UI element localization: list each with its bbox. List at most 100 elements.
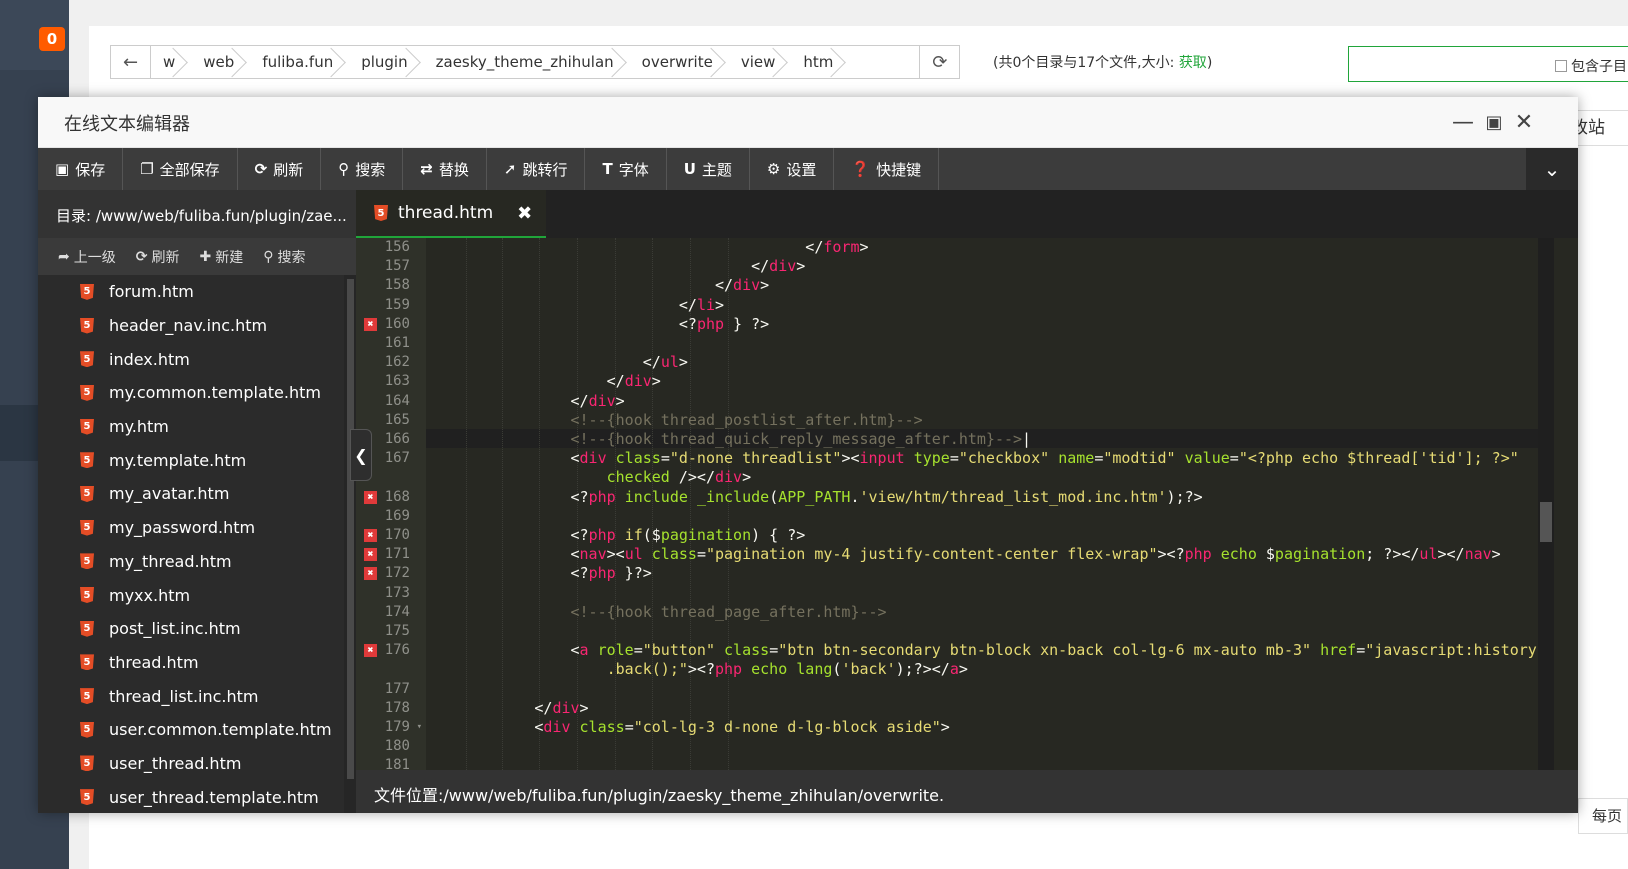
close-tab-icon[interactable]: ✖ — [517, 203, 532, 224]
list-item[interactable]: 5 my_thread.htm — [38, 545, 344, 579]
line-number-text: 179 — [384, 719, 410, 735]
code-line: <?php include _include(APP_PATH.'view/ht… — [426, 487, 1203, 506]
shortcuts-button[interactable]: ❓ 快捷键 — [834, 148, 940, 190]
save-all-button[interactable]: ❐ 全部保存 — [123, 148, 238, 190]
pushpin-icon: ➚ — [503, 160, 517, 178]
new-file-button[interactable]: ✚ 新建 — [199, 247, 243, 267]
list-item[interactable]: 5 forum.htm — [38, 275, 344, 309]
replace-button[interactable]: ⇄ 替换 — [403, 148, 487, 190]
line-number: ✖ 171 — [356, 545, 426, 564]
up-level-button[interactable]: ➦ 上一级 — [58, 247, 116, 267]
tab-thread-htm[interactable]: 5 thread.htm ✖ — [356, 190, 546, 238]
error-marker-icon[interactable]: ✖ — [364, 490, 377, 504]
refresh-button[interactable]: ⟳ 刷新 — [238, 148, 322, 190]
status-label: 文件位置: — [374, 786, 444, 805]
breadcrumb-item[interactable]: fuliba.fun — [250, 46, 349, 78]
list-item[interactable]: 5 thread_list.inc.htm — [38, 679, 344, 713]
floppy-icon: ▣ — [55, 160, 70, 178]
list-item[interactable]: 5 user_thread.template.htm — [38, 780, 344, 813]
close-icon[interactable]: ✕ — [1509, 107, 1539, 137]
tree-search-button[interactable]: ⚲ 搜索 — [263, 247, 305, 267]
editor-toolbar: ▣ 保存 ❐ 全部保存 ⟳ 刷新 ⚲ 搜索 ⇄ 替换 ➚ 跳转行 T 字体 U 主题 ⚙ 设置 ❓… — [38, 148, 1578, 190]
line-number-text: 167 — [384, 450, 410, 467]
list-item[interactable]: 5 myxx.htm — [38, 578, 344, 612]
line-number-text: 164 — [384, 392, 410, 409]
html5-icon: 5 — [80, 654, 94, 671]
scrollbar-thumb[interactable] — [1540, 502, 1552, 542]
search-label: 搜索 — [355, 160, 386, 179]
code-line: <?php if($pagination) { ?> — [426, 526, 806, 544]
error-marker-icon[interactable]: ✖ — [364, 317, 377, 331]
error-marker-icon[interactable]: ✖ — [364, 548, 377, 562]
file-name: myxx.htm — [109, 585, 191, 605]
list-item[interactable]: 5 thread.htm — [38, 646, 344, 680]
html5-icon: 5 — [80, 317, 94, 334]
line-number-text: 156 — [384, 239, 410, 255]
font-label: 字体 — [618, 160, 649, 179]
code-line: </div> — [426, 372, 661, 391]
list-item[interactable]: 5 user_thread.htm — [38, 747, 344, 781]
maximize-icon[interactable]: ▣ — [1479, 107, 1509, 137]
list-item[interactable]: 5 index.htm — [38, 342, 344, 376]
file-name: my_avatar.htm — [109, 484, 230, 504]
breadcrumb-item[interactable]: htm — [791, 46, 849, 78]
list-item[interactable]: 5 post_list.inc.htm — [38, 612, 344, 646]
file-list-scrollbar[interactable] — [344, 275, 356, 813]
code-editor[interactable]: </form> </div> </div> </li> <?php } ?> <… — [426, 238, 1538, 770]
status-path: /www/web/fuliba.fun/plugin/zaesky_theme_… — [443, 786, 945, 805]
collapse-sidebar-chevron-left-icon[interactable]: ❮ — [350, 429, 372, 481]
scrollbar-thumb[interactable] — [347, 279, 354, 779]
line-number: 161 — [356, 334, 426, 353]
goto-line-button[interactable]: ➚ 跳转行 — [487, 148, 586, 190]
refresh-icon[interactable]: ⟳ — [919, 46, 959, 78]
share-icon: ➦ — [58, 248, 70, 265]
breadcrumb-item[interactable]: overwrite — [630, 46, 729, 78]
line-number: 175 — [356, 622, 426, 641]
error-marker-icon[interactable]: ✖ — [364, 567, 377, 581]
notification-badge[interactable]: 0 — [39, 27, 65, 51]
include-subdir-checkbox[interactable] — [1555, 60, 1567, 72]
line-number: ✖ 172 — [356, 564, 426, 583]
error-marker-icon[interactable]: ✖ — [364, 529, 377, 542]
tree-refresh-button[interactable]: ⟳ 刷新 — [136, 247, 180, 267]
line-number: ✖ 176 — [356, 641, 426, 660]
get-size-link[interactable]: 获取 — [1179, 55, 1207, 71]
html5-icon: 5 — [80, 620, 94, 637]
font-button[interactable]: T 字体 — [585, 148, 667, 190]
chevron-down-icon[interactable]: ⌄ — [1526, 148, 1578, 190]
html5-icon: 5 — [80, 688, 94, 705]
line-number-text: 161 — [384, 335, 410, 351]
breadcrumb-item[interactable]: view — [729, 46, 792, 78]
search-button[interactable]: ⚲ 搜索 — [321, 148, 404, 190]
error-marker-icon[interactable]: ✖ — [364, 644, 377, 658]
line-number-text: 160 — [384, 315, 410, 332]
code-scrollbar[interactable] — [1538, 238, 1554, 770]
breadcrumb-item[interactable]: zaesky_theme_zhihulan — [424, 46, 630, 78]
breadcrumb-item[interactable]: w — [151, 46, 191, 78]
settings-button[interactable]: ⚙ 设置 — [750, 148, 835, 190]
page-size-selector[interactable]: 每页 — [1578, 798, 1628, 834]
line-number-text: 172 — [384, 565, 410, 582]
list-item[interactable]: 5 my.htm — [38, 410, 344, 444]
list-item[interactable]: 5 my_avatar.htm — [38, 477, 344, 511]
tree-search-label: 搜索 — [277, 249, 306, 266]
minimize-icon[interactable]: — — [1448, 107, 1478, 137]
list-item[interactable]: 5 my.common.template.htm — [38, 376, 344, 410]
line-number: 163 — [356, 372, 426, 391]
fold-arrow-icon[interactable]: ▾ — [417, 718, 422, 737]
back-arrow-icon[interactable]: ← — [111, 46, 151, 78]
list-item[interactable]: 5 header_nav.inc.htm — [38, 309, 344, 343]
save-button[interactable]: ▣ 保存 — [38, 148, 124, 190]
breadcrumb-item[interactable]: plugin — [349, 46, 423, 78]
refresh-label: 刷新 — [273, 160, 304, 179]
list-item[interactable]: 5 my.template.htm — [38, 443, 344, 477]
breadcrumb-item[interactable]: web — [191, 46, 250, 78]
line-number: ✖ 160 — [356, 315, 426, 334]
status-bar: 文件位置:/www/web/fuliba.fun/plugin/zaesky_t… — [356, 770, 1578, 813]
list-item[interactable]: 5 user.common.template.htm — [38, 713, 344, 747]
file-name: user_thread.htm — [109, 753, 242, 773]
plus-icon: ✚ — [199, 248, 212, 265]
list-item[interactable]: 5 my_password.htm — [38, 511, 344, 545]
theme-button[interactable]: U 主题 — [667, 148, 750, 190]
file-search-input[interactable]: 包含子目 — [1348, 46, 1628, 82]
